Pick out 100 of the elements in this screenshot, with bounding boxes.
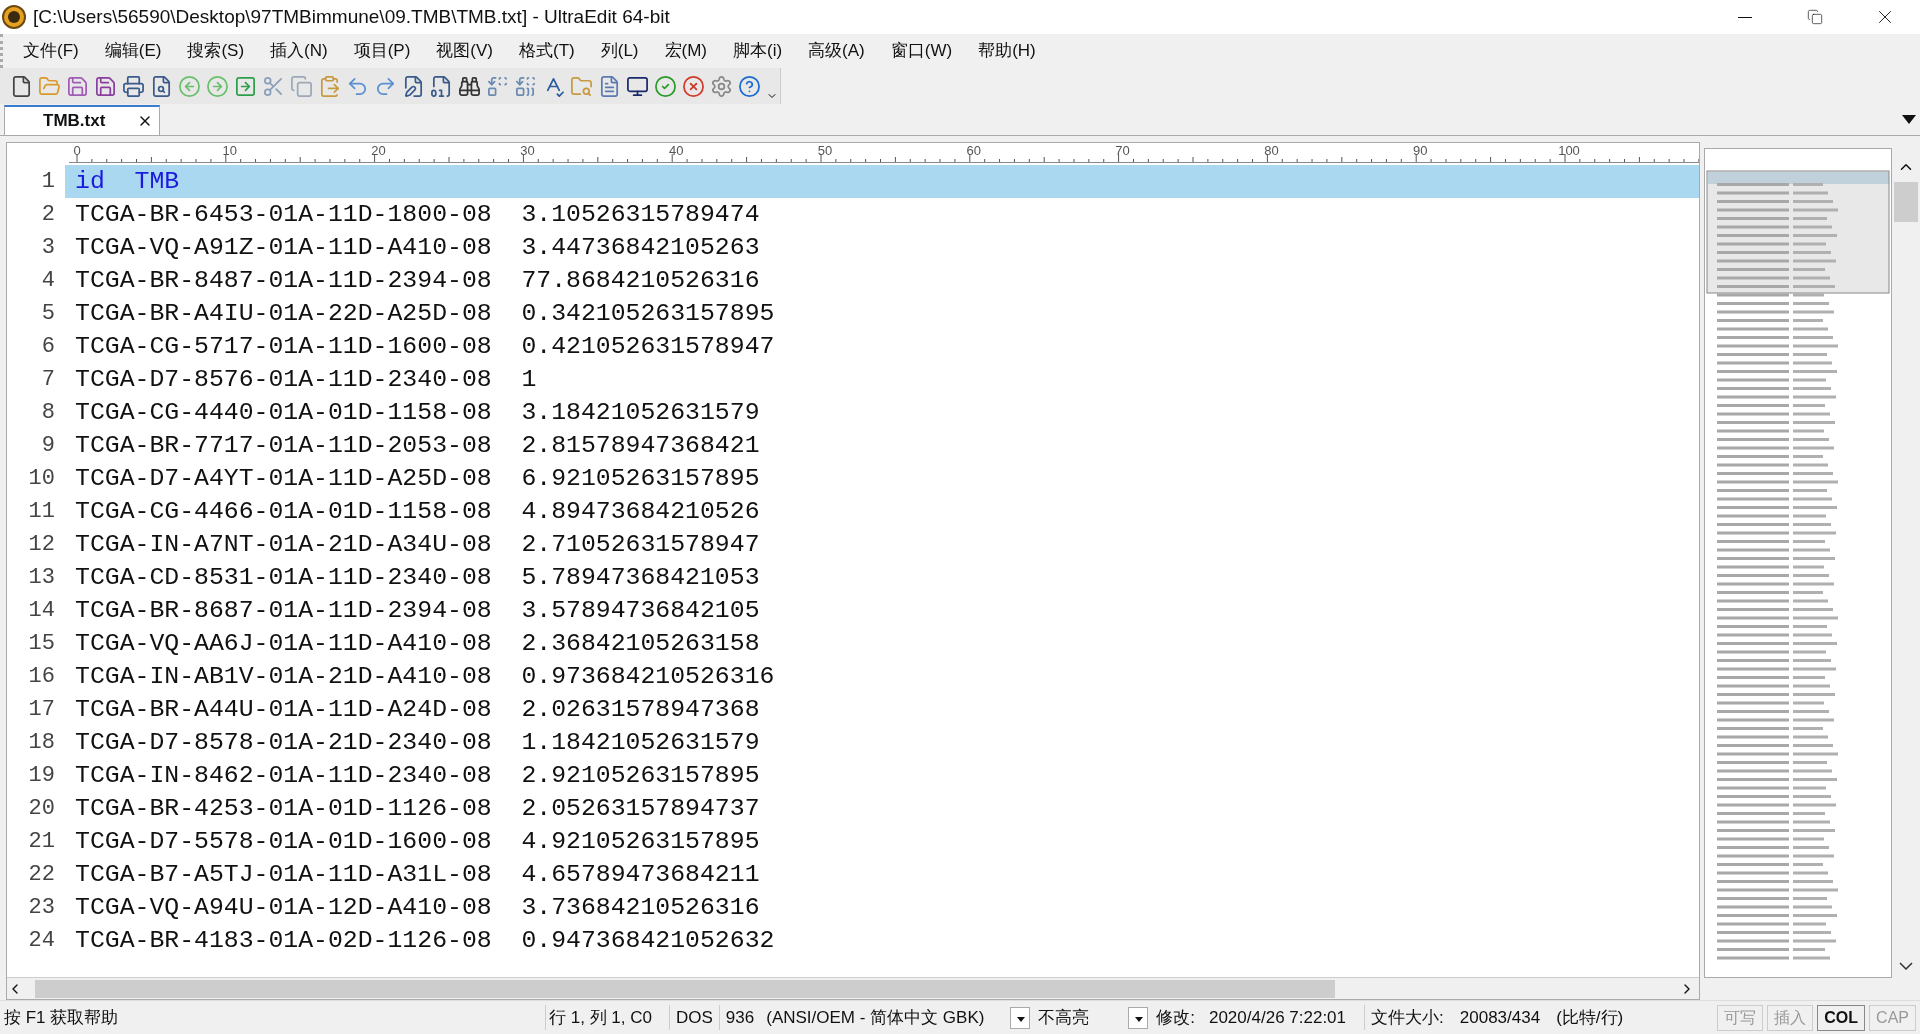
scroll-down-icon[interactable] — [1899, 962, 1913, 970]
code-line: TCGA-BR-7717-01A-11D-2053-08 2.81578947368421 — [74, 430, 761, 461]
code-line: TCGA-BR-A44U-01A-11D-A24D-08 2.02631578947368 — [74, 694, 761, 725]
line-number: 19 — [27, 762, 56, 790]
ruler-label: 60 — [966, 142, 982, 160]
code-line: TCGA-CG-5717-01A-11D-1600-08 0.421052631578947 — [74, 331, 776, 362]
line-number: 18 — [27, 729, 56, 757]
code-line: TCGA-D7-8576-01A-11D-2340-08 1 — [74, 364, 538, 395]
back-icon[interactable] — [178, 74, 201, 98]
code-line: TCGA-BR-4253-01A-01D-1126-08 2.05263157894737 — [74, 793, 761, 824]
x-circle-icon[interactable] — [682, 74, 705, 98]
ruler-label: 50 — [817, 142, 833, 160]
check-circle-icon[interactable] — [654, 74, 677, 98]
line-number: 3 — [40, 234, 56, 262]
menu-item[interactable]: 列(L) — [588, 38, 651, 64]
app-logo-icon — [2, 5, 26, 29]
menu-item[interactable]: 宏(M) — [652, 38, 719, 64]
menu-item[interactable]: 格式(T) — [507, 38, 587, 64]
tab-label: TMB.txt — [43, 110, 107, 133]
scroll-thumb[interactable] — [1894, 182, 1918, 222]
menu-item[interactable]: 文件(F) — [11, 38, 91, 64]
new-file-icon[interactable] — [10, 74, 33, 98]
line-number: 8 — [40, 399, 56, 427]
status-indicator: 可写 — [1717, 1004, 1764, 1031]
ruler-label: 80 — [1264, 142, 1279, 160]
find-in-files-icon[interactable] — [570, 74, 593, 98]
save-all-icon[interactable] — [94, 74, 117, 98]
settings-icon[interactable] — [710, 74, 733, 98]
paste-icon[interactable] — [318, 74, 341, 98]
ruler-label: 10 — [222, 142, 238, 160]
status-highlight: 不高亮 — [1037, 1006, 1091, 1029]
code-line: TCGA-CG-4466-01A-01D-1158-08 4.89473684210526 — [74, 496, 761, 527]
window-title: [C:\Users\56590\Desktop\97TMBimmune\09.TMB\TMB.txt] - UltraEdit 64-bit — [33, 4, 670, 29]
line-number: 13 — [27, 564, 56, 592]
copy-icon[interactable] — [290, 74, 313, 98]
line-number: 17 — [27, 696, 56, 724]
line-number: 24 — [27, 927, 56, 955]
code-line: TCGA-D7-A4YT-01A-11D-A25D-08 6.92105263157895 — [74, 463, 761, 494]
line-number: 4 — [40, 267, 56, 295]
code-line: TCGA-VQ-A94U-01A-12D-A410-08 3.73684210526316 — [74, 892, 761, 923]
code-line: TCGA-IN-8462-01A-11D-2340-08 2.92105263157895 — [74, 760, 761, 791]
scissors-icon[interactable] — [262, 74, 285, 98]
help-icon[interactable] — [738, 74, 761, 98]
file-tab[interactable]: TMB.txt — [4, 105, 160, 135]
menu-item[interactable]: 项目(P) — [341, 38, 423, 64]
code-line: TCGA-IN-A7NT-01A-21D-A34U-08 2.71052631578947 — [74, 529, 761, 560]
edit-file-icon[interactable] — [402, 74, 425, 98]
goto-icon[interactable] — [234, 74, 257, 98]
line-number: 1 — [40, 168, 56, 196]
print-preview-icon[interactable] — [150, 74, 173, 98]
tab-list-icon[interactable] — [1902, 115, 1916, 124]
code-line: TCGA-D7-5578-01A-01D-1600-08 4.92105263157895 — [74, 826, 761, 857]
code-line: TCGA-BR-6453-01A-11D-1800-08 3.10526315789474 — [74, 199, 761, 230]
modified-label: 修改: — [1155, 1006, 1196, 1029]
ruler-label: 70 — [1115, 142, 1130, 160]
menu-item[interactable]: 脚本(i) — [721, 38, 795, 64]
save-icon[interactable] — [66, 74, 89, 98]
forward-icon[interactable] — [206, 74, 229, 98]
status-codepage: 936 — [718, 1004, 761, 1031]
minimize-icon — [1738, 16, 1752, 18]
line-number: 22 — [27, 861, 56, 889]
printer-icon[interactable] — [122, 74, 145, 98]
menu-item[interactable]: 视图(V) — [424, 38, 505, 64]
status-indicator: CAP — [1869, 1004, 1916, 1031]
status-indicator: 插入 — [1767, 1004, 1814, 1031]
line-number: 23 — [27, 894, 56, 922]
menu-item[interactable]: 插入(N) — [258, 38, 340, 64]
file-size: 20083/434 — [1459, 1006, 1542, 1029]
code-line: TCGA-B7-A5TJ-01A-11D-A31L-08 4.65789473684211 — [74, 859, 761, 890]
code-line: TCGA-IN-AB1V-01A-21D-A410-08 0.973684210526316 — [74, 661, 776, 692]
line-number: 16 — [27, 663, 56, 691]
line-number: 5 — [40, 300, 56, 328]
code-line: TCGA-CD-8531-01A-11D-2340-08 5.78947368421053 — [74, 562, 761, 593]
file-size-label: 文件大小: — [1364, 1004, 1460, 1031]
highlight-dropdown-icon[interactable] — [1128, 1006, 1149, 1029]
menu-item[interactable]: 窗口(W) — [878, 38, 965, 64]
code-line: TCGA-CG-4440-01A-01D-1158-08 3.18421052631579 — [74, 397, 761, 428]
encoding-dropdown-icon[interactable] — [1010, 1006, 1031, 1029]
menu-item[interactable]: 帮助(H) — [966, 38, 1048, 64]
scroll-thumb[interactable] — [35, 979, 1335, 998]
folder-icon[interactable] — [38, 74, 61, 98]
monitor-icon[interactable] — [626, 74, 649, 98]
line-number: 12 — [27, 531, 56, 559]
ruler-label: 20 — [371, 142, 386, 160]
code-line: TCGA-BR-8487-01A-11D-2394-08 77.8684210526316 — [74, 265, 761, 296]
line-number: 2 — [40, 201, 56, 229]
menu-item[interactable]: 编辑(E) — [92, 38, 174, 64]
menu-item[interactable]: 搜索(S) — [175, 38, 257, 64]
ruler-label: 90 — [1412, 142, 1428, 160]
horizontal-scrollbar[interactable] — [7, 977, 1699, 999]
code-line: TCGA-VQ-A91Z-01A-11D-A410-08 3.44736842105263 — [74, 232, 761, 263]
ruler-label: 30 — [520, 142, 535, 160]
status-help: 按 F1 获取帮助 — [3, 1006, 120, 1029]
line-number: 14 — [27, 597, 56, 625]
status-line-ending: DOS — [669, 1004, 719, 1031]
file-size-unit: (比特/行) — [1556, 1006, 1625, 1029]
search-icon[interactable] — [458, 74, 481, 98]
binary-file-icon[interactable] — [430, 74, 453, 98]
ruler-label: 0 — [73, 142, 81, 160]
menu-item[interactable]: 高级(A) — [796, 38, 877, 64]
